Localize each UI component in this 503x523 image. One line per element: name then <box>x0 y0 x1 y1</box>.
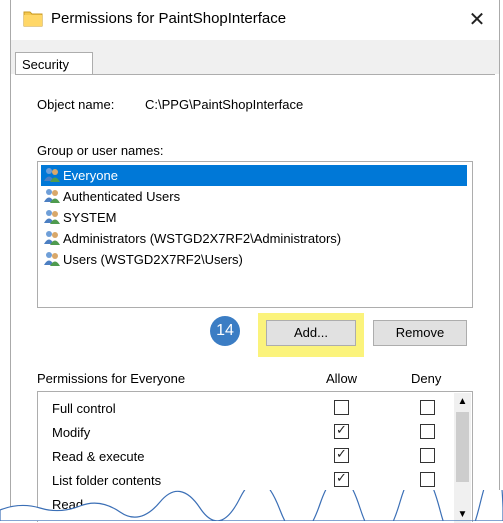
user-name: Administrators (WSTGD2X7RF2\Administrato… <box>63 231 342 246</box>
object-name-value: C:\PPG\PaintShopInterface <box>145 97 304 112</box>
user-group-icon <box>44 168 60 182</box>
group-user-names-label: Group or user names: <box>37 143 164 158</box>
permissions-dialog: Permissions for PaintShopInterface ✕ Sec… <box>10 0 500 523</box>
add-button[interactable]: Add... <box>266 320 356 346</box>
user-group-icon <box>44 231 60 245</box>
user-name: Users (WSTGD2X7RF2\Users) <box>63 252 243 267</box>
user-group-icon <box>44 210 60 224</box>
step-callout: 14 <box>210 316 240 346</box>
user-group-icon <box>44 189 60 203</box>
permission-row: Full control <box>52 398 452 422</box>
allow-checkbox[interactable] <box>334 400 349 415</box>
permission-row: Read & execute ✓ <box>52 446 452 470</box>
deny-checkbox[interactable] <box>420 472 435 487</box>
deny-checkbox[interactable] <box>420 400 435 415</box>
scroll-thumb[interactable] <box>456 412 469 482</box>
deny-column-header: Deny <box>411 371 442 386</box>
folder-icon <box>23 11 43 27</box>
object-name-label: Object name: <box>37 97 115 112</box>
user-list-item[interactable]: Administrators (WSTGD2X7RF2\Administrato… <box>41 228 467 249</box>
remove-button[interactable]: Remove <box>373 320 467 346</box>
title-bar: Permissions for PaintShopInterface ✕ <box>11 0 499 40</box>
user-list-item[interactable]: Authenticated Users <box>41 186 467 207</box>
tab-strip: Security <box>11 40 499 75</box>
window-title: Permissions for PaintShopInterface <box>51 10 287 27</box>
permission-name: Full control <box>52 401 116 416</box>
user-list-item[interactable]: Users (WSTGD2X7RF2\Users) <box>41 249 467 270</box>
tab-security[interactable]: Security <box>15 52 93 75</box>
group-user-list[interactable]: Everyone Authenticated Users SYSTEM Adminis… <box>37 161 473 308</box>
permission-name: List folder contents <box>52 473 162 488</box>
torn-edge <box>0 490 503 521</box>
allow-checkbox[interactable]: ✓ <box>334 422 349 439</box>
user-list-item[interactable]: Everyone <box>41 165 467 186</box>
security-panel: Object name: C:\PPG\PaintShopInterface G… <box>15 74 495 523</box>
allow-column-header: Allow <box>326 371 358 386</box>
permission-name: Read & execute <box>52 449 145 464</box>
user-list-item[interactable]: SYSTEM <box>41 207 467 228</box>
scroll-up-icon[interactable]: ▲ <box>454 393 471 410</box>
permissions-header: Permissions for Everyone <box>37 371 186 386</box>
permission-row: Modify ✓ <box>52 422 452 446</box>
user-name: SYSTEM <box>63 210 117 225</box>
close-button[interactable]: ✕ <box>463 6 491 34</box>
deny-checkbox[interactable] <box>420 448 435 463</box>
allow-checkbox[interactable]: ✓ <box>334 470 349 487</box>
allow-checkbox[interactable]: ✓ <box>334 446 349 463</box>
deny-checkbox[interactable] <box>420 424 435 439</box>
user-group-icon <box>44 252 60 266</box>
user-name: Authenticated Users <box>63 189 181 204</box>
user-name: Everyone <box>63 168 118 183</box>
permission-name: Modify <box>52 425 91 440</box>
